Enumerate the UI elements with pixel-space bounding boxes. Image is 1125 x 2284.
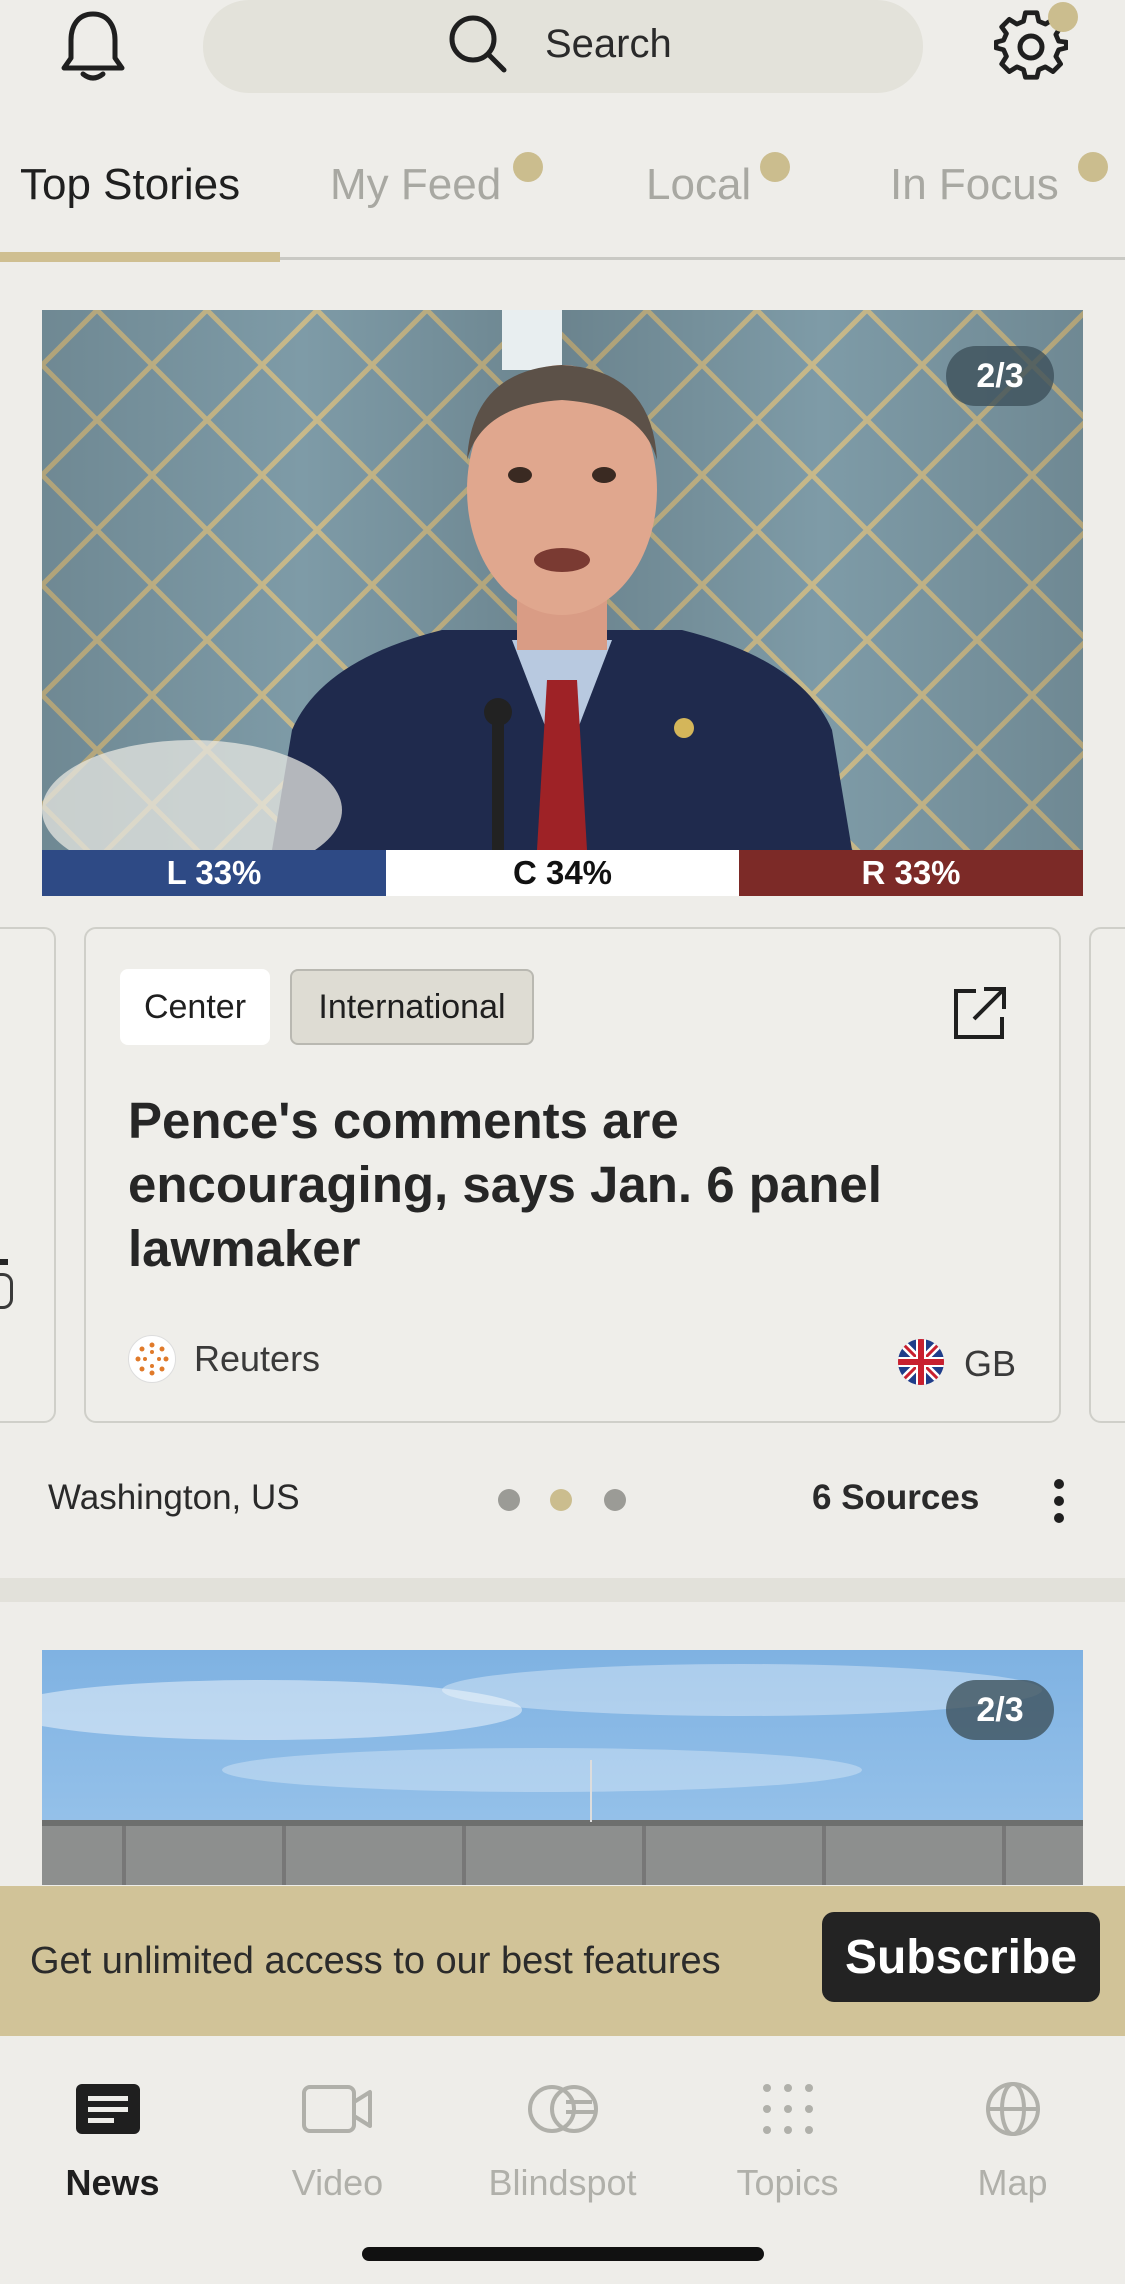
tab-local[interactable]: Local [646, 160, 751, 210]
uk-flag-icon [898, 1339, 944, 1385]
country-code: GB [964, 1343, 1017, 1384]
bell-icon [61, 11, 125, 81]
my-feed-dot [513, 152, 543, 182]
pagination-dot[interactable] [604, 1489, 626, 1511]
image-counter-badge-2: 2/3 [946, 1680, 1054, 1740]
home-indicator[interactable] [362, 2247, 764, 2261]
source-logo [128, 1335, 176, 1383]
nav-topics[interactable]: Topics [675, 2056, 900, 2206]
tab-top-stories[interactable]: Top Stories [20, 160, 240, 210]
nav-blindspot[interactable]: Blindspot [450, 2056, 675, 2206]
country-flag [898, 1339, 944, 1385]
pagination-dot[interactable] [498, 1489, 520, 1511]
in-focus-dot [1078, 152, 1108, 182]
more-options-button[interactable] [1044, 1476, 1074, 1526]
nav-map[interactable]: Map [900, 2056, 1125, 2206]
subscribe-button[interactable]: Subscribe [822, 1912, 1100, 2002]
story-card[interactable]: Center International Pence's comments ar… [84, 927, 1061, 1423]
news-icon [76, 2084, 140, 2134]
story-headline[interactable]: Pence's comments are encouraging, says J… [128, 1089, 1008, 1281]
bias-tag-chip[interactable]: Center [120, 969, 270, 1045]
story-image-2[interactable]: 2/3 [42, 1650, 1083, 1885]
story-photo-2 [42, 1650, 1083, 1885]
notifications-button[interactable] [58, 8, 128, 84]
video-icon [302, 2085, 372, 2133]
nav-news-label: News [65, 2162, 160, 2203]
external-link-icon [954, 987, 1006, 1039]
sources-count[interactable]: 6 Sources [812, 1478, 979, 1518]
nav-video[interactable]: Video [225, 2056, 450, 2206]
nav-blindspot-label: Blindspot [488, 2162, 637, 2203]
open-external-button[interactable] [950, 985, 1008, 1043]
nav-map-label: Map [977, 2162, 1048, 2203]
nav-video-label: Video [291, 2162, 384, 2203]
globe-icon [986, 2082, 1040, 2136]
topics-icon [763, 2084, 813, 2134]
carousel-pagination [498, 1489, 630, 1511]
story-photo [42, 310, 1083, 850]
search-icon [449, 15, 507, 73]
category-tag-chip[interactable]: International [290, 969, 534, 1045]
previous-card-mark [0, 1259, 8, 1265]
reuters-logo-icon [135, 1342, 169, 1376]
nav-news[interactable]: News [0, 2056, 225, 2206]
story-image[interactable]: 2/3 [42, 310, 1083, 850]
previous-card-peek[interactable] [0, 927, 56, 1423]
tab-my-feed[interactable]: My Feed [330, 160, 501, 210]
nav-topics-label: Topics [736, 2162, 839, 2203]
next-card-peek[interactable] [1089, 927, 1125, 1423]
settings-notification-dot [1048, 2, 1078, 32]
local-dot [760, 152, 790, 182]
active-tab-indicator [0, 252, 280, 262]
source-name[interactable]: Reuters [194, 1338, 320, 1380]
bias-left-segment: L 33% [42, 850, 386, 896]
pagination-dot-active[interactable] [550, 1489, 572, 1511]
blindspot-icon [528, 2085, 598, 2133]
bias-center-segment: C 34% [386, 850, 739, 896]
section-separator [0, 1578, 1125, 1602]
search-bar[interactable]: Search [203, 0, 923, 93]
image-counter-badge: 2/3 [946, 346, 1054, 406]
story-location: Washington, US [48, 1478, 300, 1517]
banner-text: Get unlimited access to our best feature… [30, 1940, 721, 1982]
search-placeholder: Search [545, 22, 672, 66]
previous-card-letter [0, 1273, 13, 1309]
more-vertical-icon [1054, 1479, 1064, 1523]
bias-right-segment: R 33% [739, 850, 1083, 896]
tab-in-focus[interactable]: In Focus [890, 160, 1059, 210]
